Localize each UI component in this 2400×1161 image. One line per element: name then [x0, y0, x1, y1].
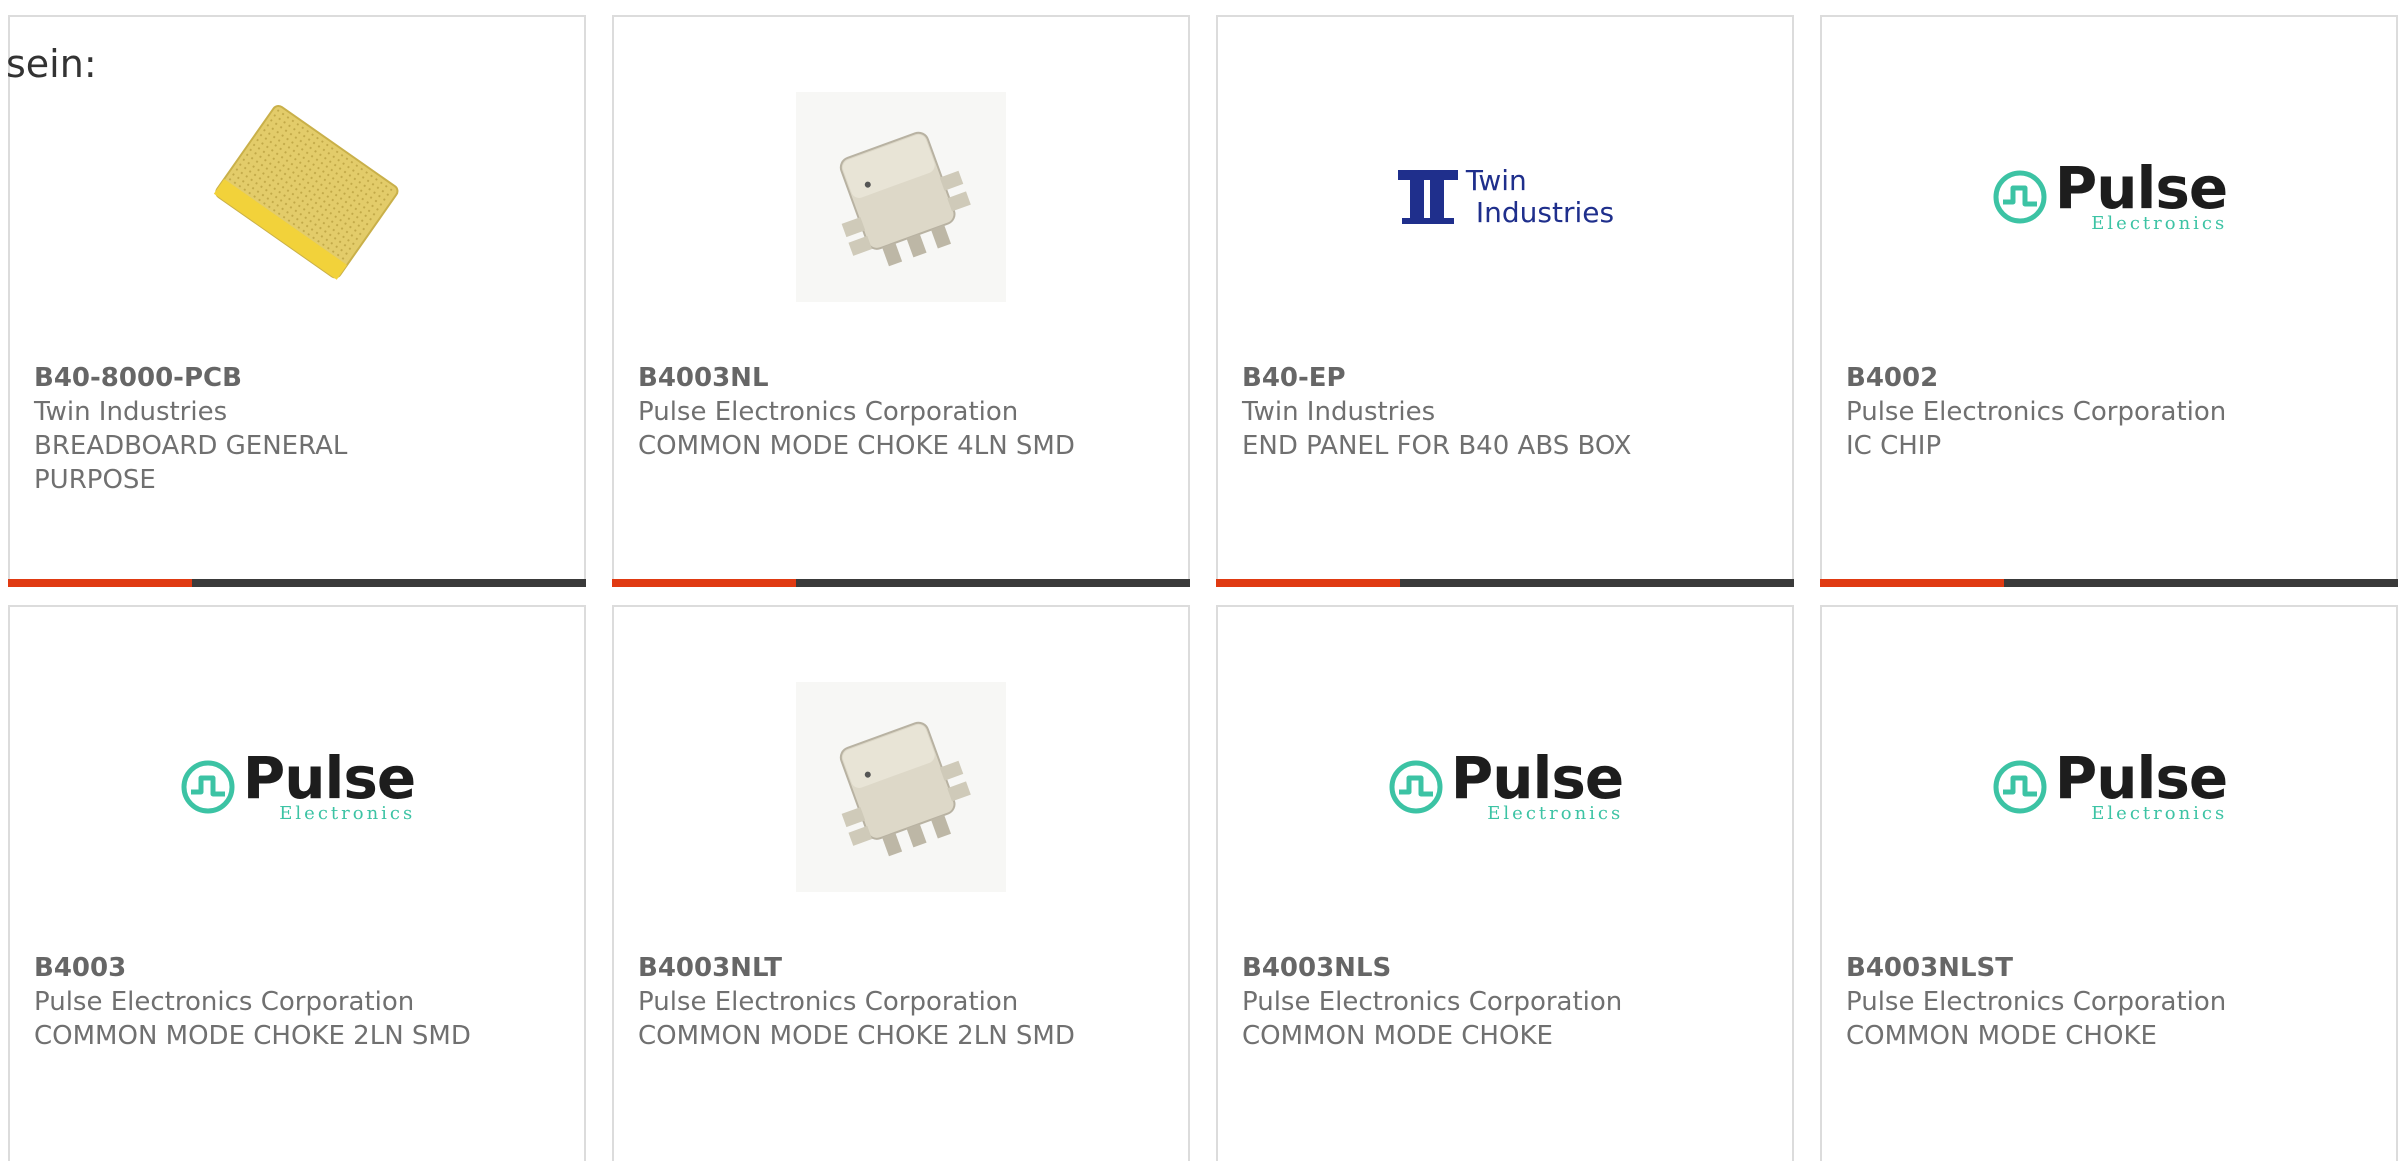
- product-card[interactable]: Pulse Electronics B4003NLST Pulse Electroni…: [1820, 605, 2398, 1161]
- product-info: B4002 Pulse Electronics Corporation IC CHI…: [1846, 361, 2316, 463]
- twin-logo-line1: Twin: [1465, 164, 1527, 197]
- product-part-number[interactable]: B40-8000-PCB: [34, 361, 504, 395]
- product-manufacturer: Pulse Electronics Corporation: [1242, 987, 1623, 1017]
- smd-choke-image: [796, 92, 1006, 302]
- product-manufacturer: Pulse Electronics Corporation: [1846, 397, 2227, 427]
- pulse-logo-word: Pulse: [2054, 743, 2229, 812]
- product-manufacturer: Pulse Electronics Corporation: [638, 987, 1019, 1017]
- product-image[interactable]: Pulse Electronics: [1218, 667, 1792, 907]
- intro-text: sein:: [6, 42, 97, 86]
- product-manufacturer: Pulse Electronics Corporation: [1846, 987, 2227, 1017]
- product-part-number[interactable]: B40-EP: [1242, 361, 1712, 395]
- pulse-logo-word: Pulse: [242, 743, 417, 812]
- product-description: COMMON MODE CHOKE: [1846, 1021, 2157, 1051]
- product-grid-page: sein: B40-8000-PCB Twin Industries BREADBO…: [0, 0, 2400, 1161]
- product-description: COMMON MODE CHOKE 2LN SMD: [34, 1021, 471, 1051]
- product-image[interactable]: Pulse Electronics: [1822, 667, 2396, 907]
- product-part-number[interactable]: B4003: [34, 951, 504, 985]
- product-description: BREADBOARD GENERAL PURPOSE: [34, 431, 348, 495]
- product-manufacturer: Pulse Electronics Corporation: [638, 397, 1019, 427]
- product-info: B4003NLST Pulse Electronics Corporation CO…: [1846, 951, 2316, 1053]
- pulse-wave-icon: [1993, 170, 2047, 224]
- product-card[interactable]: B4003NL Pulse Electronics Corporation COMM…: [612, 15, 1190, 587]
- twin-t-icon: [1397, 170, 1458, 224]
- product-info: B40-8000-PCB Twin Industries BREADBOARD GE…: [34, 361, 504, 497]
- product-image[interactable]: Twin Industries: [1218, 77, 1792, 317]
- product-part-number[interactable]: B4003NLS: [1242, 951, 1712, 985]
- pulse-wave-icon: [181, 760, 235, 814]
- card-accent-bar: [1820, 579, 2004, 587]
- pulse-electronics-logo: Pulse Electronics: [179, 743, 417, 824]
- pulse-logo-word: Pulse: [2054, 153, 2229, 222]
- product-image[interactable]: [614, 667, 1188, 907]
- card-accent-bar: [612, 579, 796, 587]
- product-card[interactable]: B4003NLT Pulse Electronics Corporation COM…: [612, 605, 1190, 1161]
- product-info: B40-EP Twin Industries END PANEL FOR B40 A…: [1242, 361, 1712, 463]
- card-bottom-bar: [1216, 579, 1794, 587]
- pulse-wave-icon: [1993, 760, 2047, 814]
- product-card[interactable]: B40-8000-PCB Twin Industries BREADBOARD GE…: [8, 15, 586, 587]
- card-accent-bar: [8, 579, 192, 587]
- product-card[interactable]: Pulse Electronics B4003NLS Pulse Electronic…: [1216, 605, 1794, 1161]
- product-manufacturer: Twin Industries: [1242, 397, 1436, 427]
- product-info: B4003 Pulse Electronics Corporation COMMON…: [34, 951, 504, 1053]
- breadboard-image: [213, 104, 399, 280]
- card-accent-bar: [1216, 579, 1400, 587]
- smd-choke-image: [796, 682, 1006, 892]
- pulse-electronics-logo: Pulse Electronics: [1991, 153, 2229, 234]
- product-info: B4003NLS Pulse Electronics Corporation COM…: [1242, 951, 1712, 1053]
- product-image[interactable]: Pulse Electronics: [10, 667, 584, 907]
- product-info: B4003NLT Pulse Electronics Corporation COM…: [638, 951, 1108, 1053]
- product-image[interactable]: Pulse Electronics: [1822, 77, 2396, 317]
- card-bottom-bar: [612, 579, 1190, 587]
- product-part-number[interactable]: B4003NL: [638, 361, 1108, 395]
- product-image[interactable]: [614, 77, 1188, 317]
- product-manufacturer: Pulse Electronics Corporation: [34, 987, 415, 1017]
- pulse-wave-icon: [1389, 760, 1443, 814]
- twin-industries-logo: Twin Industries: [1396, 165, 1614, 229]
- product-description: COMMON MODE CHOKE 4LN SMD: [638, 431, 1075, 461]
- product-description: IC CHIP: [1846, 431, 1942, 461]
- product-part-number[interactable]: B4002: [1846, 361, 2316, 395]
- product-card[interactable]: Twin Industries B40-EP Twin Industries END P…: [1216, 15, 1794, 587]
- product-description: COMMON MODE CHOKE: [1242, 1021, 1553, 1051]
- pulse-electronics-logo: Pulse Electronics: [1387, 743, 1625, 824]
- product-manufacturer: Twin Industries: [34, 397, 228, 427]
- product-description: END PANEL FOR B40 ABS BOX: [1242, 431, 1632, 461]
- product-card[interactable]: Pulse Electronics B4003 Pulse Electronics C…: [8, 605, 586, 1161]
- product-card[interactable]: Pulse Electronics B4002 Pulse Electronics C…: [1820, 15, 2398, 587]
- product-description: COMMON MODE CHOKE 2LN SMD: [638, 1021, 1075, 1051]
- pulse-logo-word: Pulse: [1450, 743, 1625, 812]
- product-info: B4003NL Pulse Electronics Corporation COMM…: [638, 361, 1108, 463]
- product-image[interactable]: [10, 77, 584, 317]
- pulse-electronics-logo: Pulse Electronics: [1991, 743, 2229, 824]
- card-bottom-bar: [1820, 579, 2398, 587]
- product-part-number[interactable]: B4003NLST: [1846, 951, 2316, 985]
- card-bottom-bar: [8, 579, 586, 587]
- product-part-number[interactable]: B4003NLT: [638, 951, 1108, 985]
- twin-logo-line2: Industries: [1475, 196, 1615, 229]
